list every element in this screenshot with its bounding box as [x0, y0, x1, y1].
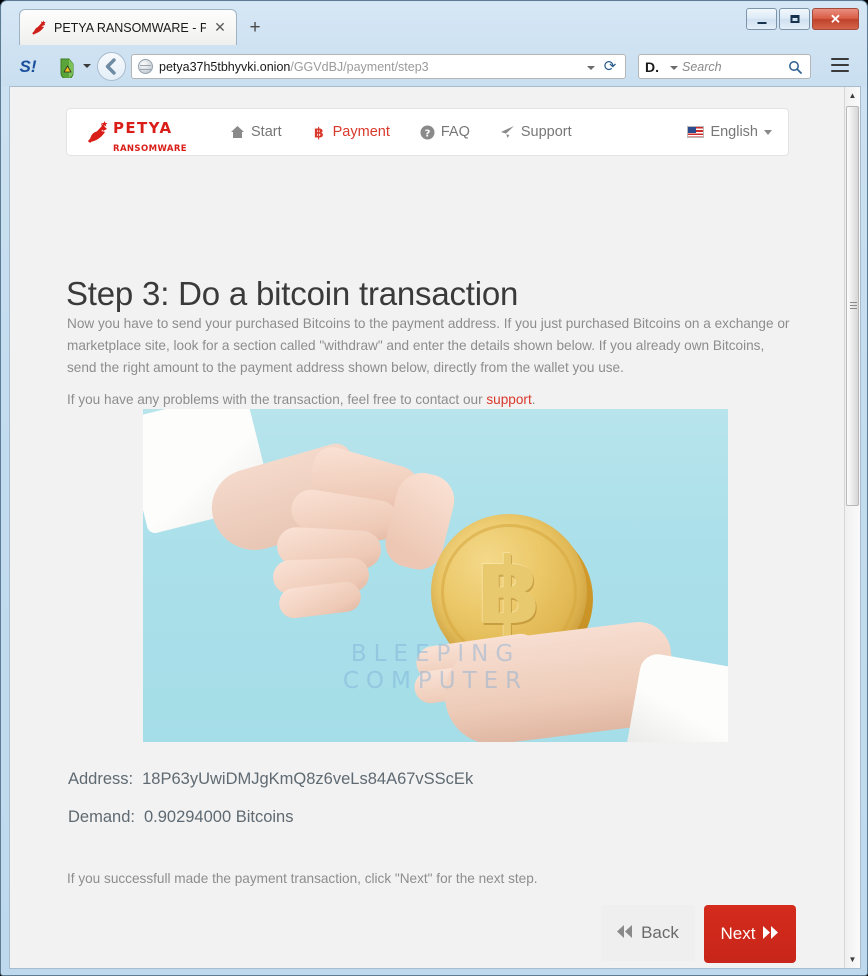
new-tab-button[interactable]: + — [244, 17, 266, 39]
scroll-down-icon[interactable]: ▼ — [845, 951, 860, 968]
close-button[interactable]: ✕ — [812, 8, 859, 30]
close-icon: ✕ — [830, 11, 841, 27]
vertical-scrollbar[interactable]: ▲ ▼ — [844, 87, 860, 968]
bitcoin-handoff-image: ฿ BLEEPING COMPUTER — [143, 409, 728, 742]
browser-tab[interactable]: PETYA RANSOMWARE - P... ✕ — [19, 9, 237, 45]
url-host: petya37h5tbhyvki.onion — [159, 60, 291, 74]
scrollbar-thumb[interactable] — [846, 106, 859, 506]
site-logo[interactable]: PETYA RANSOMWARE — [85, 119, 201, 154]
nav-item-label: Start — [251, 124, 282, 140]
url-bar[interactable]: petya37h5tbhyvki.onion/GGVdBJ/payment/st… — [131, 54, 626, 79]
tab-close-icon[interactable]: ✕ — [212, 19, 228, 35]
nav-item-start[interactable]: Start — [215, 109, 297, 155]
search-provider-icon[interactable]: D. — [645, 59, 659, 75]
url-dropdown-icon[interactable] — [587, 66, 595, 70]
site-navbar: PETYA RANSOMWARE Start ฿ Payment ? FAQ S… — [66, 108, 789, 156]
tab-strip: PETYA RANSOMWARE - P... ✕ + — [1, 9, 867, 45]
back-button[interactable]: Back — [601, 905, 695, 961]
support-text-before: If you have any problems with the transa… — [67, 391, 487, 407]
demand-label: Demand: — [68, 808, 135, 826]
next-step-paragraph: If you successfull made the payment tran… — [67, 870, 538, 886]
hamburger-menu-icon[interactable] — [831, 58, 849, 74]
demand-value: 0.90294000 Bitcoins — [143, 808, 294, 826]
scrollbar-grip-icon — [850, 302, 857, 310]
magnifier-icon[interactable] — [788, 60, 802, 74]
help-icon: ? — [420, 125, 435, 140]
right-hand — [404, 592, 728, 742]
bitcoin-icon: ฿ — [312, 125, 327, 140]
url-text: petya37h5tbhyvki.onion/GGVdBJ/payment/st… — [159, 59, 429, 76]
reload-icon[interactable]: ⟳ — [602, 59, 618, 75]
shield-icon[interactable] — [57, 56, 81, 80]
chevron-down-icon[interactable] — [670, 66, 678, 70]
payment-address-row: Address: 18P63yUwiDMJgKmQ8z6veLs84A67vSSc… — [68, 770, 473, 789]
next-button[interactable]: Next — [704, 905, 796, 963]
support-paragraph: If you have any problems with the transa… — [67, 389, 790, 411]
nav-item-label: Support — [520, 124, 572, 140]
support-text-after: . — [531, 391, 536, 407]
maximize-button[interactable] — [779, 8, 810, 30]
window-controls: ✕ — [746, 8, 859, 30]
nav-item-label: FAQ — [440, 124, 470, 140]
nav-item-support[interactable]: Support — [485, 109, 587, 155]
demand-row: Demand: 0.90294000 Bitcoins — [68, 808, 293, 827]
browser-window: PETYA RANSOMWARE - P... ✕ + ✕ S! petya37 — [0, 0, 868, 976]
page-title: Step 3: Do a bitcoin transaction — [66, 275, 519, 313]
page-viewport: PETYA RANSOMWARE Start ฿ Payment ? FAQ S… — [9, 86, 861, 969]
us-flag-icon — [687, 126, 705, 138]
support-link[interactable]: support — [486, 392, 531, 407]
logo-line-1: PETYA — [113, 119, 173, 137]
search-bar[interactable]: D. Search — [638, 54, 811, 79]
send-icon — [500, 125, 515, 140]
language-label: English — [710, 124, 758, 140]
url-path: /GGVdBJ/payment/step3 — [290, 60, 429, 74]
double-right-arrow-icon — [763, 924, 779, 944]
browser-toolbar: S! petya37h5tbhyvki.onion/GGVdBJ/payment… — [1, 49, 867, 85]
tab-title: PETYA RANSOMWARE - P... — [54, 21, 206, 35]
back-button[interactable] — [97, 52, 126, 81]
svg-text:?: ? — [424, 128, 430, 139]
home-icon — [230, 125, 245, 140]
chevron-down-icon — [764, 129, 772, 135]
back-button-label: Back — [641, 923, 679, 942]
chevron-down-icon[interactable] — [83, 64, 91, 68]
spybot-icon[interactable]: S! — [17, 56, 39, 78]
address-value[interactable]: 18P63yUwiDMJgKmQ8z6veLs84A67vSScEk — [142, 770, 473, 788]
scroll-up-icon[interactable]: ▲ — [845, 87, 860, 104]
minimize-button[interactable] — [746, 8, 777, 30]
globe-icon — [138, 59, 153, 74]
web-page: PETYA RANSOMWARE Start ฿ Payment ? FAQ S… — [10, 87, 845, 968]
search-input[interactable]: Search — [682, 59, 722, 76]
nav-item-faq[interactable]: ? FAQ — [405, 109, 485, 155]
site-logo-text: PETYA RANSOMWARE — [113, 120, 201, 156]
intro-paragraph: Now you have to send your purchased Bitc… — [67, 315, 790, 375]
language-selector[interactable]: English — [687, 109, 772, 155]
hammer-sickle-icon — [30, 19, 48, 37]
address-label: Address: — [68, 770, 134, 788]
svg-text:฿: ฿ — [314, 125, 324, 140]
hammer-sickle-icon — [85, 120, 111, 146]
next-button-label: Next — [720, 924, 756, 943]
site-nav-items: Start ฿ Payment ? FAQ Support — [215, 109, 587, 155]
double-left-arrow-icon — [617, 923, 633, 943]
nav-item-payment[interactable]: ฿ Payment — [297, 109, 405, 155]
logo-line-2: RANSOMWARE — [113, 144, 187, 154]
nav-item-label: Payment — [332, 124, 390, 140]
